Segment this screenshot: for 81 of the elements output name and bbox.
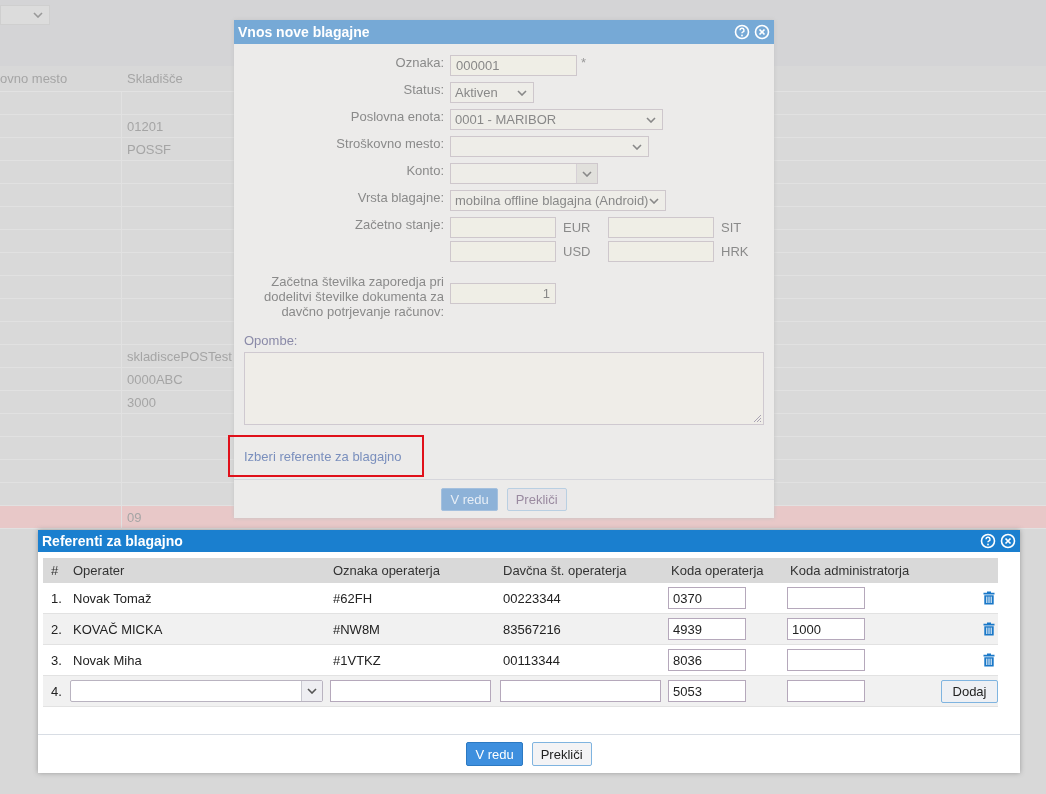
number-field[interactable]: 1 xyxy=(450,283,556,304)
text-field[interactable]: 000001 xyxy=(450,55,577,76)
required-mark: * xyxy=(581,55,587,70)
window-title: Referenti za blagajno xyxy=(42,533,183,549)
code-field[interactable]: 4939 xyxy=(668,618,746,640)
chevron-down-icon xyxy=(649,197,659,204)
trash-icon[interactable] xyxy=(983,622,995,636)
combo-box[interactable] xyxy=(450,163,598,184)
dropdown[interactable]: 0001 - MARIBOR xyxy=(450,109,663,130)
help-icon[interactable] xyxy=(980,533,996,549)
table-cell-text: Novak Miha xyxy=(72,652,143,668)
field-label: Konto: xyxy=(405,163,444,180)
chevron-down-icon xyxy=(33,12,43,18)
table-cell-text: #NW8M xyxy=(332,621,381,637)
table-cell: 09 xyxy=(127,509,142,525)
column-header: Operater xyxy=(72,563,126,578)
table-cell-text: 83567216 xyxy=(502,621,562,637)
trash-icon[interactable] xyxy=(983,653,995,667)
amount-field[interactable] xyxy=(608,217,714,238)
code-field[interactable] xyxy=(787,649,865,671)
window-title: Vnos nove blagajne xyxy=(238,24,370,40)
chevron-down-icon xyxy=(307,688,317,694)
notes-field[interactable] xyxy=(244,352,764,425)
column-header: Koda administratorja xyxy=(789,563,911,578)
dialog-button[interactable]: V redu xyxy=(466,742,523,766)
select-referents-link[interactable]: Izberi referente za blagajno xyxy=(244,448,402,464)
amount-field[interactable] xyxy=(608,241,714,262)
notes-label: Opombe: xyxy=(244,333,299,348)
text-field[interactable] xyxy=(330,680,491,702)
chevron-down-icon xyxy=(517,89,527,96)
row-number: 1. xyxy=(50,590,63,606)
code-field[interactable] xyxy=(787,587,865,609)
dropdown[interactable]: Aktiven xyxy=(450,82,534,103)
currency-label: EUR xyxy=(562,220,592,235)
currency-label: SIT xyxy=(720,220,743,235)
resize-grip-icon[interactable] xyxy=(752,413,762,423)
field-label: Stroškovno mesto: xyxy=(335,136,444,153)
field-label: Status: xyxy=(402,82,444,99)
code-field[interactable]: 8036 xyxy=(668,649,746,671)
table-cell-text: #1VTKZ xyxy=(332,652,382,668)
column-header: # xyxy=(50,563,60,578)
table-cell-text: 00223344 xyxy=(502,590,562,606)
dropdown[interactable]: mobilna offline blagajna (Android) xyxy=(450,190,666,211)
column-header: Davčna št. operaterja xyxy=(502,563,628,578)
dialog-button[interactable]: Prekliči xyxy=(531,742,592,766)
table-cell-text: #62FH xyxy=(332,590,374,606)
dropdown[interactable] xyxy=(450,136,649,157)
operator-dropdown[interactable] xyxy=(70,680,323,702)
field-label: Začetna številka zaporedja pri dodelitvi številke dokumenta za davčno potrjevanje računov: xyxy=(263,274,444,319)
code-field[interactable]: 5053 xyxy=(668,680,746,702)
column-header: Oznaka operaterja xyxy=(332,563,441,578)
currency-label: USD xyxy=(562,244,592,259)
field-label: Oznaka: xyxy=(394,55,444,72)
text-field[interactable] xyxy=(500,680,661,702)
chevron-down-icon xyxy=(582,170,592,177)
dialog-button[interactable]: V redu xyxy=(441,487,498,511)
field-label: Poslovna enota: xyxy=(349,109,444,126)
code-field[interactable] xyxy=(787,680,865,702)
code-field[interactable]: 1000 xyxy=(787,618,865,640)
add-button[interactable]: Dodaj xyxy=(941,679,998,703)
chevron-down-icon xyxy=(646,116,656,123)
row-number: 2. xyxy=(50,621,63,637)
table-cell-text: KOVAČ MICKA xyxy=(72,621,164,637)
help-icon[interactable] xyxy=(734,24,750,40)
chevron-down-icon xyxy=(632,143,642,150)
close-icon[interactable] xyxy=(754,24,770,40)
trash-icon[interactable] xyxy=(983,591,995,605)
dialog-button[interactable]: Prekliči xyxy=(506,487,567,511)
amount-field[interactable] xyxy=(450,241,556,262)
table-cell-text: Novak Tomaž xyxy=(72,590,153,606)
close-icon[interactable] xyxy=(1000,533,1016,549)
field-label: Vrsta blagajne: xyxy=(356,190,444,207)
currency-label: HRK xyxy=(720,244,749,259)
row-number: 4. xyxy=(50,683,63,699)
row-number: 3. xyxy=(50,652,63,668)
field-label: Začetno stanje: xyxy=(354,217,444,234)
code-field[interactable]: 0370 xyxy=(668,587,746,609)
filter-dropdown[interactable] xyxy=(0,5,50,25)
column-header: Koda operaterja xyxy=(670,563,765,578)
amount-field[interactable] xyxy=(450,217,556,238)
table-cell-text: 00113344 xyxy=(502,652,561,668)
